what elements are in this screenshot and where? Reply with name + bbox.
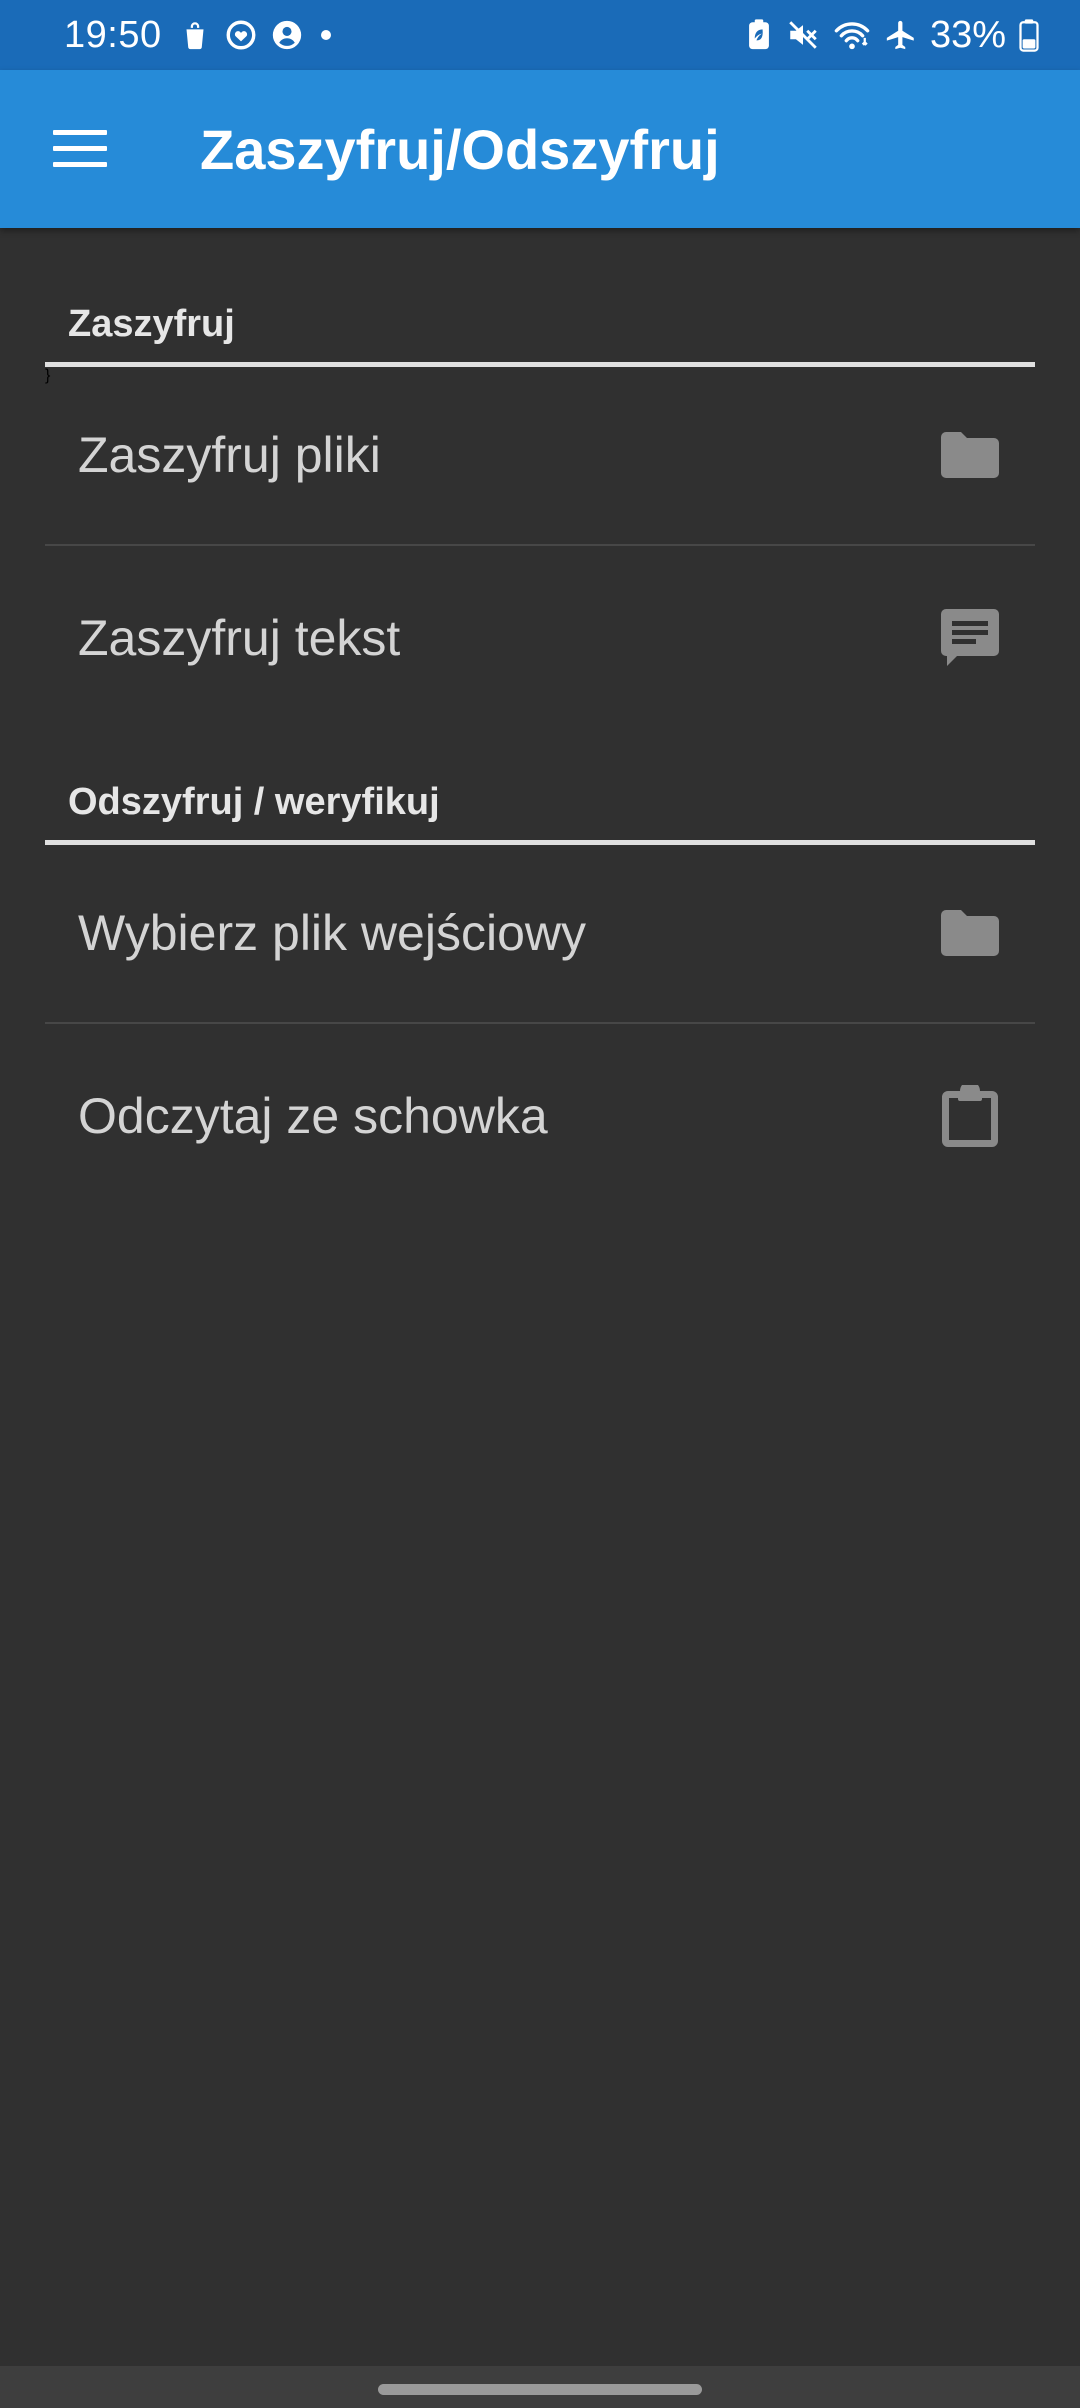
list-item-label: Zaszyfruj pliki bbox=[78, 427, 381, 483]
section-title: Zaszyfruj bbox=[68, 303, 235, 345]
select-input-file-item[interactable]: Wybierz plik wejściowy bbox=[45, 844, 1035, 1024]
wifi-icon bbox=[832, 18, 872, 52]
page-title: Zaszyfruj/Odszyfruj bbox=[200, 117, 720, 181]
shopping-bag-icon bbox=[178, 18, 212, 52]
status-notification-icons bbox=[178, 18, 336, 52]
folder-icon bbox=[938, 901, 1002, 965]
navigation-bar bbox=[0, 2366, 1080, 2408]
battery-percentage: 33% bbox=[929, 13, 1006, 56]
status-time: 19:50 bbox=[64, 13, 162, 56]
section-header-decrypt: Odszyfruj / weryfikuj bbox=[45, 778, 1035, 845]
airplane-icon bbox=[884, 18, 918, 52]
menu-icon bbox=[53, 130, 107, 167]
list-item-label: Zaszyfruj tekst bbox=[78, 610, 401, 666]
read-from-clipboard-item[interactable]: Odczytaj ze schowka bbox=[45, 1026, 1035, 1206]
status-system-icons: 33% bbox=[744, 14, 1040, 57]
list-item-label: Wybierz plik wejściowy bbox=[78, 905, 586, 961]
heart-circle-icon bbox=[224, 18, 258, 52]
app-bar: Zaszyfruj/Odszyfruj bbox=[0, 70, 1080, 228]
home-gesture-handle[interactable] bbox=[378, 2384, 702, 2395]
encrypt-files-item[interactable]: Zaszyfruj pliki bbox=[45, 366, 1035, 546]
account-circle-icon bbox=[270, 18, 304, 52]
menu-button[interactable] bbox=[20, 89, 140, 209]
battery-saver-icon bbox=[744, 18, 774, 52]
status-bar: 19:50 33% bbox=[0, 0, 1080, 70]
list-item-label: Odczytaj ze schowka bbox=[78, 1088, 548, 1144]
folder-icon bbox=[938, 423, 1002, 487]
encrypt-text-item[interactable]: Zaszyfruj tekst bbox=[45, 548, 1035, 728]
clipboard-icon bbox=[938, 1084, 1002, 1148]
dot-icon bbox=[316, 25, 336, 45]
battery-icon bbox=[1018, 18, 1040, 52]
mute-icon bbox=[786, 18, 820, 52]
section-title: Odszyfruj / weryfikuj bbox=[68, 781, 440, 823]
message-icon bbox=[938, 606, 1002, 670]
